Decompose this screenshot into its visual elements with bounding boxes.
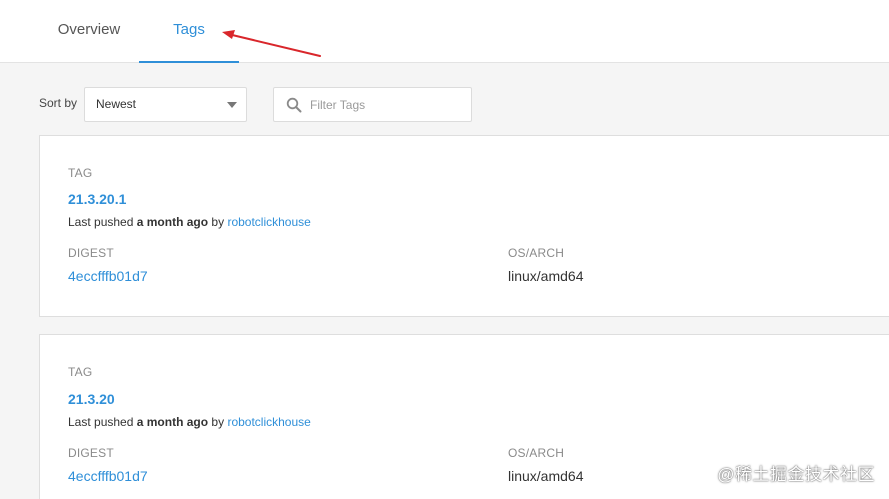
pushed-by-word: by [211,415,225,429]
sort-select[interactable]: Newest [84,87,247,122]
digest-label: DIGEST [68,246,114,260]
filter-tags-input[interactable] [310,94,460,116]
tab-bar: Overview Tags [0,0,889,63]
sort-by-label: Sort by [39,96,78,110]
osarch-value: linux/amd64 [508,468,584,484]
sort-selected-value: Newest [96,97,137,111]
last-pushed-info: Last pushed a month ago by robotclickhou… [68,215,311,229]
red-arrow-icon [222,30,321,57]
tag-name-link[interactable]: 21.3.20 [68,391,115,407]
osarch-label: OS/ARCH [508,246,565,260]
tab-overview[interactable]: Overview [40,0,138,62]
pushed-by-user-link[interactable]: robotclickhouse [227,215,310,229]
pushed-by-user-link[interactable]: robotclickhouse [227,415,310,429]
digest-link[interactable]: 4eccfffb01d7 [68,468,148,484]
active-tab-underline [139,61,239,63]
digest-link[interactable]: 4eccfffb01d7 [68,268,148,284]
tag-label: TAG [68,365,93,379]
pushed-prefix: Last pushed [68,415,134,429]
filter-tags-box[interactable] [273,87,472,122]
watermark: @稀土掘金技术社区 [717,465,875,484]
pushed-when: a month ago [136,415,209,429]
search-icon [286,97,302,113]
docker-hub-tags-page: Overview Tags Sort by Newest TAG 21.3.20… [0,0,889,499]
pushed-by-word: by [211,215,225,229]
tag-card: TAG 21.3.20.1 Last pushed a month ago by… [39,135,889,317]
digest-label: DIGEST [68,446,114,460]
tag-label: TAG [68,166,93,180]
caret-down-icon [227,102,237,108]
pushed-prefix: Last pushed [68,215,134,229]
last-pushed-info: Last pushed a month ago by robotclickhou… [68,415,311,429]
tab-tags-label: Tags [173,21,205,38]
osarch-value: linux/amd64 [508,268,584,284]
pushed-when: a month ago [136,215,209,229]
osarch-label: OS/ARCH [508,446,565,460]
tag-name-link[interactable]: 21.3.20.1 [68,191,126,207]
